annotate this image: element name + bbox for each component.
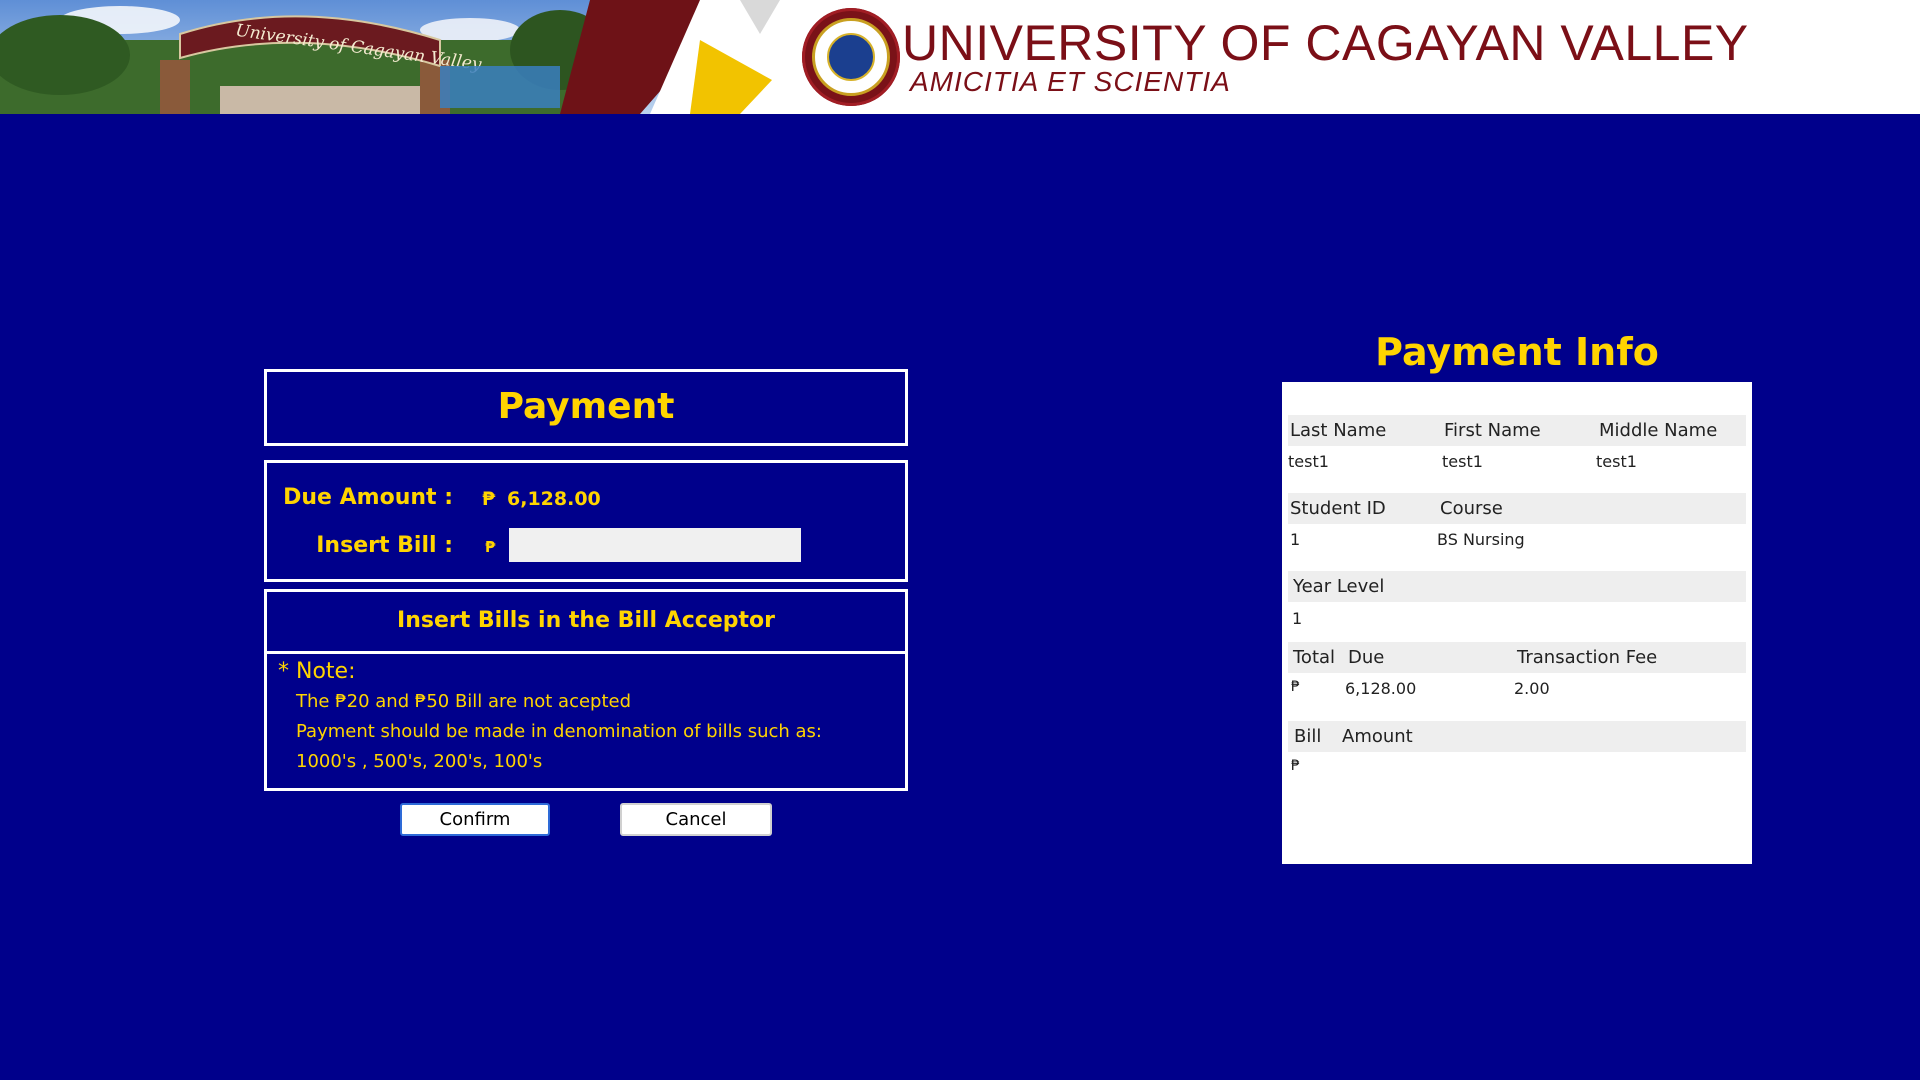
middle-name-label: Middle Name <box>1599 420 1718 441</box>
university-name: UNIVERSITY OF CAGAYAN VALLEY <box>902 15 1749 71</box>
bill-acceptor-box: Insert Bills in the Bill Acceptor * Note… <box>264 589 908 791</box>
note-line: The ₱20 and ₱50 Bill are not acepted <box>296 691 632 712</box>
payment-info-title: Payment Info <box>1375 330 1659 374</box>
transaction-fee-value: 2.00 <box>1514 679 1550 698</box>
insert-bill-input[interactable] <box>509 528 801 562</box>
amount-box: Due Amount : ₱ 6,128.00 Insert Bill : ₱ <box>264 460 908 582</box>
total-currency: ₱ <box>1291 679 1300 695</box>
campus-gate-photo: University of Cagayan Valley <box>0 0 780 114</box>
last-name-value: test1 <box>1288 452 1329 471</box>
due-amount-value: 6,128.00 <box>507 488 601 510</box>
payment-title-box: Payment <box>264 369 908 446</box>
bill-acceptor-title: Insert Bills in the Bill Acceptor <box>397 608 775 633</box>
bill-label: Bill <box>1294 726 1322 747</box>
payment-info-card: Last Name First Name Middle Name test1 t… <box>1282 382 1752 864</box>
first-name-value: test1 <box>1442 452 1483 471</box>
course-value: BS Nursing <box>1437 530 1525 549</box>
note-line: Payment should be made in denomination o… <box>296 721 822 742</box>
name-header-row: Last Name First Name Middle Name <box>1288 415 1746 446</box>
due-label: Due <box>1348 647 1385 668</box>
insert-bill-currency: ₱ <box>485 538 496 556</box>
university-seal <box>802 8 900 106</box>
student-id-value: 1 <box>1290 530 1301 549</box>
year-level-label: Year Level <box>1293 576 1385 597</box>
total-due-value: 6,128.00 <box>1345 679 1417 698</box>
university-motto: AMICITIA ET SCIENTIA <box>910 66 1231 97</box>
total-header-row: Total Due Transaction Fee <box>1288 642 1746 673</box>
year-level-value: 1 <box>1292 609 1303 628</box>
cancel-button[interactable]: Cancel <box>620 803 772 836</box>
confirm-button[interactable]: Confirm <box>400 803 550 836</box>
payment-title: Payment <box>497 386 675 427</box>
year-header-row: Year Level <box>1288 571 1746 602</box>
note-heading: * Note: <box>278 659 356 684</box>
bill-currency: ₱ <box>1291 758 1300 774</box>
insert-bill-label: Insert Bill : <box>316 533 453 558</box>
student-header-row: Student ID Course <box>1288 493 1746 524</box>
due-amount-label: Due Amount : <box>283 485 453 510</box>
seal-ring <box>812 18 890 96</box>
total-label: Total <box>1293 647 1336 668</box>
middle-name-value: test1 <box>1596 452 1637 471</box>
header-banner: University of Cagayan Valley UNIVERSITY … <box>0 0 1920 114</box>
transaction-fee-label: Transaction Fee <box>1517 647 1658 668</box>
bill-header-row: Bill Amount <box>1288 721 1746 752</box>
course-label: Course <box>1440 498 1503 519</box>
divider <box>267 651 905 654</box>
amount-label: Amount <box>1342 726 1413 747</box>
book-icon <box>827 33 875 81</box>
note-line: 1000's , 500's, 200's, 100's <box>296 751 543 772</box>
last-name-label: Last Name <box>1290 420 1387 441</box>
student-id-label: Student ID <box>1290 498 1386 519</box>
due-currency: ₱ <box>482 488 496 510</box>
first-name-label: First Name <box>1444 420 1541 441</box>
